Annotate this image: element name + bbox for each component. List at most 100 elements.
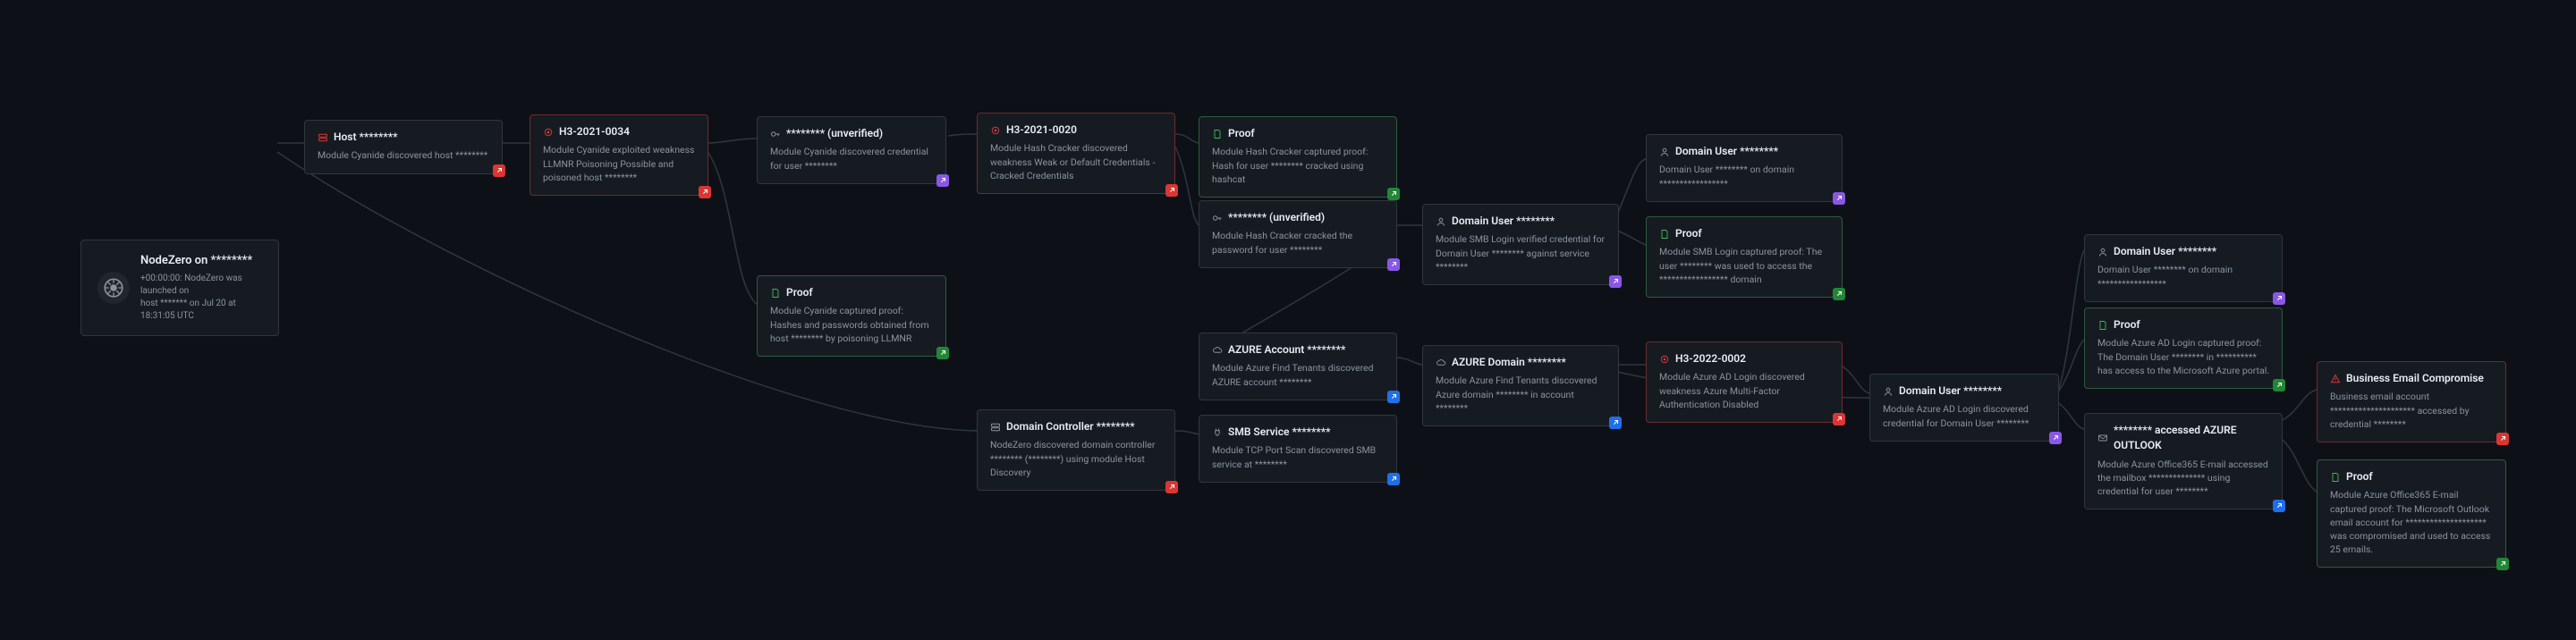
node-azure-account[interactable]: AZURE Account ******** Module Azure Find… [1199,333,1397,400]
target-icon [543,127,554,138]
corner-link-icon[interactable] [1833,288,1845,300]
corner-link-icon[interactable] [1833,413,1845,425]
node-proof-o365[interactable]: Proof Module Azure Office365 E-mail capt… [2317,459,2506,568]
node-title: Proof [1228,126,1255,141]
document-icon [1659,229,1670,240]
node-body: Module TCP Port Scan discovered SMB serv… [1212,443,1384,470]
node-domain-controller[interactable]: Domain Controller ******** NodeZero disc… [977,409,1175,491]
document-icon [2330,472,2341,483]
node-proof-azure-ad[interactable]: Proof Module Azure AD Login captured pro… [2084,307,2283,389]
root-node[interactable]: NodeZero on ******** +00:00:00: NodeZero… [80,240,279,336]
corner-link-icon[interactable] [1833,192,1845,205]
node-h3-2021-0034[interactable]: H3-2021-0034 Module Cyanide exploited we… [530,114,708,196]
user-icon [1436,216,1446,227]
corner-link-icon[interactable] [493,164,505,177]
alert-icon [2330,374,2341,384]
node-body: Domain User ******** on domain *********… [2097,263,2269,290]
node-body: Module Cyanide discovered host ******** [318,148,489,162]
corner-link-icon[interactable] [2273,500,2285,512]
node-body: Module Cyanide discovered credential for… [770,145,933,172]
target-icon [990,125,1001,136]
corner-link-icon[interactable] [1609,417,1622,429]
node-body: Module Azure Find Tenants discovered AZU… [1212,361,1384,388]
corner-link-icon[interactable] [2273,292,2285,305]
key-icon [770,129,781,139]
node-title: SMB Service ******** [1228,425,1331,440]
node-body: Module Hash Cracker cracked the password… [1212,229,1384,256]
cloud-icon [1212,345,1223,356]
node-domain-user-right[interactable]: Domain User ******** Domain User *******… [2084,234,2283,302]
node-domain-user-azuread[interactable]: Domain User ******** Module Azure AD Log… [1869,374,2059,442]
corner-link-icon[interactable] [936,347,949,359]
document-icon [2097,320,2108,331]
node-host[interactable]: Host ******** Module Cyanide discovered … [304,120,503,174]
node-smb-service[interactable]: SMB Service ******** Module TCP Port Sca… [1199,415,1397,483]
node-body: Module Hash Cracker discovered weakness … [990,141,1162,182]
node-h3-2022-0002[interactable]: H3-2022-0002 Module Azure AD Login disco… [1646,341,1843,423]
corner-link-icon[interactable] [1387,188,1400,200]
corner-link-icon[interactable] [2496,558,2509,570]
document-icon [1212,129,1223,139]
node-body: NodeZero discovered domain controller **… [990,438,1162,479]
node-body: Module Azure AD Login discovered credent… [1883,402,2046,429]
node-title: Business Email Compromise [2346,371,2484,386]
node-title: Proof [1675,226,1702,241]
corner-link-icon[interactable] [2049,432,2062,444]
node-title: Domain User ******** [2114,244,2216,259]
server-icon [318,132,328,143]
plug-icon [1212,427,1223,438]
corner-link-icon[interactable] [1609,275,1622,288]
node-body: Module Cyanide exploited weakness LLMNR … [543,143,695,184]
corner-link-icon[interactable] [1165,481,1178,493]
node-title: Proof [2114,317,2140,333]
node-body: Module Azure Office365 E-mail captured p… [2330,488,2493,556]
node-azure-outlook[interactable]: ******** accessed AZURE OUTLOOK Module A… [2084,413,2283,509]
node-azure-domain[interactable]: AZURE Domain ******** Module Azure Find … [1422,345,1619,426]
corner-link-icon[interactable] [699,186,711,198]
node-credential-unverified-1[interactable]: ******** (unverified) Module Cyanide dis… [757,116,946,184]
node-title: Host ******** [334,130,398,145]
node-body: Module Cyanide captured proof: Hashes an… [770,304,933,345]
node-body: Module Azure AD Login discovered weaknes… [1659,370,1829,411]
node-title: Domain User ******** [1452,214,1555,229]
user-icon [1883,386,1894,397]
corner-link-icon[interactable] [1165,184,1178,197]
node-body: Module SMB Login captured proof: The use… [1659,245,1829,286]
user-icon [1659,147,1670,157]
node-h3-2021-0020[interactable]: H3-2021-0020 Module Hash Cracker discove… [977,113,1175,194]
node-proof-hashcat[interactable]: Proof Module Hash Cracker captured proof… [1199,116,1397,198]
node-bec[interactable]: Business Email Compromise Business email… [2317,361,2506,442]
document-icon [770,288,781,299]
node-body: Module SMB Login verified credential for… [1436,232,1606,274]
node-domain-user-top[interactable]: Domain User ******** Domain User *******… [1646,134,1843,202]
corner-link-icon[interactable] [1387,258,1400,271]
node-proof-llmnr[interactable]: Proof Module Cyanide captured proof: Has… [757,275,946,357]
node-title: Domain User ******** [1899,383,2002,399]
corner-link-icon[interactable] [1387,391,1400,403]
user-icon [2097,247,2108,257]
node-title: H3-2021-0020 [1006,122,1077,138]
node-title: AZURE Account ******** [1228,342,1345,358]
mail-icon [2097,433,2108,443]
node-title: H3-2022-0002 [1675,351,1746,366]
target-icon [1659,354,1670,365]
node-proof-smb[interactable]: Proof Module SMB Login captured proof: T… [1646,216,1843,298]
root-meta-2: host ******* on Jul 20 at 18:31:05 UTC [140,298,262,323]
corner-link-icon[interactable] [2496,433,2509,445]
root-title: NodeZero on ******** [140,253,262,270]
node-domain-user-verified[interactable]: Domain User ******** Module SMB Login ve… [1422,204,1619,285]
node-credential-unverified-2[interactable]: ******** (unverified) Module Hash Cracke… [1199,200,1397,268]
server-icon [990,422,1001,433]
node-body: Module Azure Office365 E-mail accessed t… [2097,458,2269,499]
corner-link-icon[interactable] [936,174,949,187]
node-body: Module Azure AD Login captured proof: Th… [2097,336,2269,377]
node-title: AZURE Domain ******** [1452,355,1566,370]
node-body: Module Azure Find Tenants discovered Azu… [1436,374,1606,415]
corner-link-icon[interactable] [1387,473,1400,485]
node-title: ******** accessed AZURE OUTLOOK [2114,423,2269,454]
nodezero-logo [97,272,130,304]
cloud-icon [1436,358,1446,368]
node-title: Domain User ******** [1675,144,1778,159]
corner-link-icon[interactable] [2273,379,2285,392]
node-title: Domain Controller ******** [1006,419,1135,434]
